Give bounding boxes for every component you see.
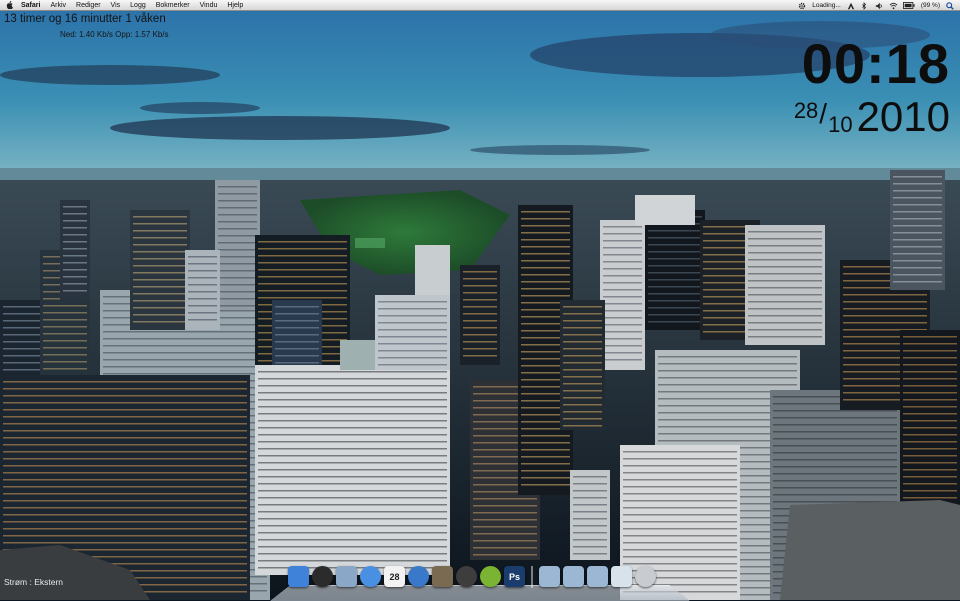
desktop-clock: 00:18 [801, 32, 950, 95]
status-loading[interactable]: Loading... [812, 2, 841, 9]
battery-icon[interactable] [902, 2, 915, 9]
camera-icon[interactable] [456, 566, 477, 587]
power-source-text: Strøm : Ekstern [4, 577, 64, 587]
menu-bar: Safari Arkiv Rediger Vis Logg Bokmerker … [0, 0, 960, 11]
menu-bokmerker[interactable]: Bokmerker [156, 2, 190, 9]
date-year: 2010 [856, 93, 950, 140]
bluetooth-icon[interactable] [861, 2, 869, 10]
network-speed-text: Ned: 1.40 Kb/s Opp: 1.57 Kb/s [60, 30, 169, 39]
spotify-icon[interactable] [480, 566, 501, 587]
menu-arkiv[interactable]: Arkiv [50, 2, 66, 9]
uptime-text: 13 timer og 16 minutter 1 våken [4, 13, 166, 25]
menu-app-name[interactable]: Safari [21, 2, 40, 9]
dashboard-icon[interactable] [312, 566, 333, 587]
dock-separator [531, 566, 533, 588]
mail-icon[interactable] [336, 566, 357, 587]
folder-icon[interactable] [539, 566, 560, 587]
date-month: 10 [828, 112, 853, 137]
ical-label: 28 [389, 571, 400, 582]
ical-icon[interactable]: 28 [384, 566, 405, 587]
apple-menu-icon[interactable] [6, 1, 15, 9]
safari-icon[interactable] [360, 566, 381, 587]
folder-icon[interactable] [563, 566, 584, 587]
menu-rediger[interactable]: Rediger [76, 2, 101, 9]
document-stack-icon[interactable] [611, 566, 632, 587]
iphoto-icon[interactable] [432, 566, 453, 587]
photoshop-icon[interactable]: Ps [504, 566, 525, 587]
desktop-date: 28 / 10 2010 [794, 96, 950, 138]
menu-extras: Loading... (99 %) [798, 0, 954, 11]
volume-icon[interactable] [875, 2, 883, 10]
trash-icon[interactable] [635, 566, 656, 587]
itunes-icon[interactable] [408, 566, 429, 587]
finder-icon[interactable] [288, 566, 309, 587]
menu-logg[interactable]: Logg [130, 2, 146, 9]
search-icon[interactable] [946, 2, 954, 10]
dock: 28 Ps [288, 566, 656, 594]
menu-vis[interactable]: Vis [111, 2, 121, 9]
gear-icon[interactable] [798, 2, 806, 10]
photoshop-label: Ps [508, 571, 520, 582]
menu-vindu[interactable]: Vindu [200, 2, 218, 9]
menu-hjelp[interactable]: Hjelp [227, 2, 243, 9]
wifi-icon[interactable] [889, 2, 898, 10]
date-day: 28 [793, 98, 819, 123]
battery-percent[interactable]: (99 %) [921, 2, 940, 9]
folder-icon[interactable] [587, 566, 608, 587]
date-separator: / [819, 98, 828, 129]
adobe-icon[interactable] [847, 2, 855, 10]
